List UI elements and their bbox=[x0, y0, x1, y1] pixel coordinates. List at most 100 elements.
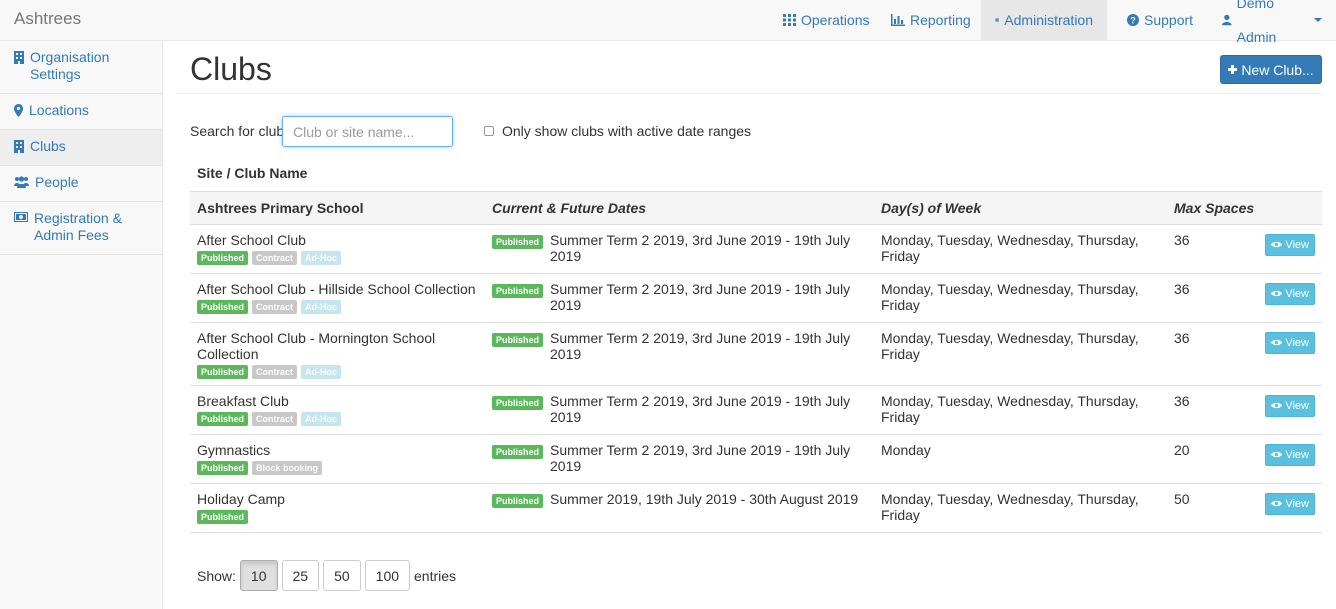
nav-reporting-label: Reporting bbox=[910, 12, 971, 28]
svg-text:?: ? bbox=[1130, 15, 1136, 25]
sidebar-item-clubs[interactable]: Clubs bbox=[0, 130, 162, 166]
nav-support[interactable]: ? Support bbox=[1113, 0, 1207, 40]
club-cell: After School Club Published Contract Ad-Ho… bbox=[190, 224, 485, 274]
site-name: Ashtrees Primary School bbox=[190, 191, 485, 225]
view-button-label: View bbox=[1285, 448, 1309, 461]
bar-chart-icon bbox=[891, 14, 905, 26]
days-cell: Monday, Tuesday, Wednesday, Thursday, Fr… bbox=[874, 385, 1167, 435]
brand-name[interactable]: Ashtrees bbox=[14, 9, 81, 29]
table-row: Holiday Camp Published Published Summer … bbox=[190, 483, 1322, 533]
club-name: Holiday Camp bbox=[197, 490, 285, 507]
club-tags: Published Contract Ad-Hoc bbox=[197, 250, 478, 265]
sidebar: Organisation Settings Locations Clubs Pe… bbox=[0, 41, 163, 609]
page-length-10[interactable]: 10 bbox=[239, 560, 278, 591]
days-cell: Monday, Tuesday, Wednesday, Thursday, Fr… bbox=[874, 224, 1167, 274]
club-name: Gymnastics bbox=[197, 441, 271, 458]
tag-ad-hoc-badge: Ad-Hoc bbox=[301, 250, 342, 265]
view-button-label: View bbox=[1285, 287, 1309, 300]
page-length-25[interactable]: 25 bbox=[281, 560, 320, 591]
plus-icon bbox=[1228, 65, 1238, 74]
sidebar-item-organisation-settings[interactable]: Organisation Settings bbox=[0, 41, 162, 94]
search-label: Search for club: bbox=[190, 123, 289, 139]
sidebar-item-label: Organisation Settings bbox=[30, 49, 110, 82]
view-button[interactable]: View bbox=[1265, 492, 1315, 515]
club-tags: Published Contract Ad-Hoc bbox=[197, 299, 478, 314]
view-button[interactable]: View bbox=[1265, 233, 1315, 256]
view-button[interactable]: View bbox=[1265, 331, 1315, 354]
date-range: Summer Term 2 2019, 3rd June 2019 - 19th… bbox=[550, 329, 851, 362]
view-button[interactable]: View bbox=[1265, 443, 1315, 466]
status-badge: Published bbox=[492, 332, 544, 347]
tag-contract-badge: Contract bbox=[252, 299, 298, 314]
sidebar-item-locations[interactable]: Locations bbox=[0, 94, 162, 130]
sidebar-item-label: Locations bbox=[29, 102, 89, 118]
user-icon bbox=[1222, 14, 1232, 26]
view-button-label: View bbox=[1285, 399, 1309, 412]
money-icon bbox=[14, 212, 28, 222]
date-range: Summer Term 2 2019, 3rd June 2019 - 19th… bbox=[550, 231, 851, 264]
spaces-cell: 50 View bbox=[1167, 483, 1322, 533]
tag-published-badge: Published bbox=[197, 299, 249, 314]
status-badge: Published bbox=[492, 493, 544, 508]
eye-icon bbox=[1271, 500, 1283, 507]
club-name: After School Club bbox=[197, 231, 306, 248]
club-name: After School Club - Hillside School Coll… bbox=[197, 280, 476, 297]
new-club-button[interactable]: New Club... bbox=[1220, 55, 1322, 84]
spaces-cell: 36 View bbox=[1167, 273, 1322, 323]
active-only-checkbox[interactable] bbox=[484, 126, 494, 136]
nav-administration[interactable]: Administration bbox=[981, 0, 1107, 40]
club-cell: Holiday Camp Published bbox=[190, 483, 485, 533]
map-marker-icon bbox=[14, 104, 23, 117]
question-circle-icon: ? bbox=[1127, 14, 1139, 26]
nav-reporting[interactable]: Reporting bbox=[877, 0, 985, 40]
column-header-max-spaces: Max Spaces bbox=[1167, 191, 1322, 225]
table-row: Breakfast Club Published Contract Ad-Hoc P… bbox=[190, 385, 1322, 435]
search-input[interactable] bbox=[282, 116, 453, 147]
dates-cell: Published Summer 2019, 19th July 2019 - … bbox=[485, 483, 874, 533]
eye-icon bbox=[1271, 402, 1283, 409]
club-tags: Published bbox=[197, 509, 478, 524]
column-header-site-club[interactable]: Site / Club Name bbox=[190, 156, 1322, 192]
dates-cell: Published Summer Term 2 2019, 3rd June 2… bbox=[485, 385, 874, 435]
clubs-table: Site / Club Name Ashtrees Primary School… bbox=[190, 156, 1322, 533]
eye-icon bbox=[1271, 451, 1283, 458]
user-menu[interactable]: Demo Admin bbox=[1208, 0, 1336, 45]
nav-support-label: Support bbox=[1144, 12, 1194, 28]
spaces-cell: 36 View bbox=[1167, 385, 1322, 435]
tag-contract-badge: Contract bbox=[252, 250, 298, 265]
tag-published-badge: Published bbox=[197, 509, 249, 524]
sidebar-item-label: People bbox=[35, 174, 79, 190]
building-icon bbox=[14, 51, 24, 64]
dates-cell: Published Summer Term 2 2019, 3rd June 2… bbox=[485, 224, 874, 274]
tag-published-badge: Published bbox=[197, 364, 249, 379]
club-tags: Published Contract Ad-Hoc bbox=[197, 364, 478, 379]
sidebar-item-people[interactable]: People bbox=[0, 166, 162, 202]
eye-icon bbox=[1271, 339, 1283, 346]
tag-ad-hoc-badge: Ad-Hoc bbox=[301, 299, 342, 314]
club-tags: Published Contract Ad-Hoc bbox=[197, 411, 478, 426]
sidebar-item-registration-fees[interactable]: Registration & Admin Fees bbox=[0, 202, 162, 255]
top-navbar: Ashtrees Operations Reporting Administra… bbox=[0, 0, 1336, 45]
view-button-label: View bbox=[1285, 238, 1309, 251]
page-length-100[interactable]: 100 bbox=[364, 560, 411, 591]
tag-published-badge: Published bbox=[197, 250, 249, 265]
table-row: After School Club - Mornington School Co… bbox=[190, 322, 1322, 386]
page-length-50[interactable]: 50 bbox=[323, 560, 361, 591]
title-divider bbox=[176, 93, 1322, 94]
nav-operations-label: Operations bbox=[801, 12, 870, 28]
view-button[interactable]: View bbox=[1265, 282, 1315, 305]
table-row: Gymnastics Published Block booking Publis… bbox=[190, 434, 1322, 484]
active-only-label[interactable]: Only show clubs with active date ranges bbox=[502, 123, 751, 139]
view-button[interactable]: View bbox=[1265, 394, 1315, 417]
new-club-button-label: New Club... bbox=[1241, 61, 1314, 78]
dates-cell: Published Summer Term 2 2019, 3rd June 2… bbox=[485, 322, 874, 386]
nav-operations[interactable]: Operations bbox=[769, 0, 883, 40]
max-spaces: 20 bbox=[1174, 441, 1190, 458]
eye-icon bbox=[1271, 290, 1283, 297]
column-header-days: Day(s) of Week bbox=[874, 191, 1167, 225]
max-spaces: 36 bbox=[1174, 280, 1190, 297]
club-name: After School Club - Mornington School Co… bbox=[197, 329, 436, 362]
view-button-label: View bbox=[1285, 336, 1309, 349]
max-spaces: 50 bbox=[1174, 490, 1190, 507]
club-cell: After School Club - Hillside School Coll… bbox=[190, 273, 485, 323]
